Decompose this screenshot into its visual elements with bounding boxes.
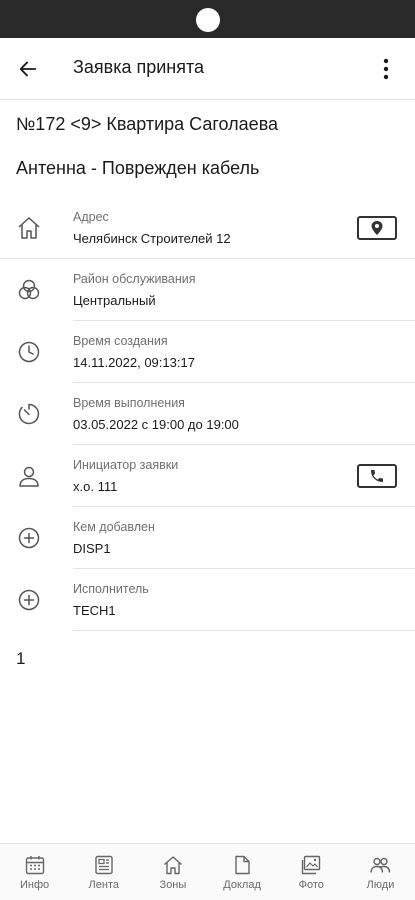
nav-item-photo[interactable]: Фото bbox=[277, 844, 346, 900]
nav-item-people[interactable]: Люди bbox=[346, 844, 415, 900]
home-icon bbox=[18, 217, 40, 239]
detail-row-executor: Исполнитель TECH1 bbox=[0, 569, 415, 631]
map-button[interactable] bbox=[357, 216, 397, 240]
camera-cutout bbox=[196, 8, 220, 32]
nav-label: Инфо bbox=[20, 879, 50, 891]
details-list: Адрес Челябинск Строителей 12 Район обсл… bbox=[0, 197, 415, 631]
detail-row-address: Адрес Челябинск Строителей 12 bbox=[0, 197, 415, 259]
feed-icon bbox=[95, 855, 113, 875]
calendar-icon bbox=[25, 856, 44, 875]
map-pin-icon bbox=[371, 221, 383, 235]
nav-label: Фото bbox=[298, 879, 324, 891]
detail-label: Время создания bbox=[73, 334, 168, 348]
nav-label: Лента bbox=[88, 879, 119, 891]
nav-label: Люди bbox=[366, 879, 395, 891]
district-icon bbox=[18, 279, 40, 300]
detail-value: 14.11.2022, 09:13:17 bbox=[73, 355, 195, 370]
nav-item-zones[interactable]: Зоны bbox=[138, 844, 207, 900]
detail-label: Инициатор заявки bbox=[73, 458, 179, 472]
person-icon bbox=[19, 466, 39, 487]
add-circle-icon bbox=[18, 527, 40, 549]
nav-item-info[interactable]: Инфо bbox=[0, 844, 69, 900]
bottom-nav: Инфо Лента Зоны Доклад Фото Люди bbox=[0, 843, 415, 900]
detail-label: Адрес bbox=[73, 210, 109, 224]
back-button[interactable] bbox=[14, 55, 42, 83]
detail-label: Исполнитель bbox=[73, 582, 149, 596]
detail-value: х.о. 111 bbox=[73, 479, 118, 494]
nav-item-feed[interactable]: Лента bbox=[69, 844, 138, 900]
add-circle-icon bbox=[18, 589, 40, 611]
detail-value: TECH1 bbox=[73, 603, 116, 618]
call-button[interactable] bbox=[357, 464, 397, 488]
zones-icon bbox=[163, 856, 182, 875]
detail-row-initiator: Инициатор заявки х.о. 111 bbox=[0, 445, 415, 507]
phone-icon bbox=[371, 470, 383, 482]
more-vert-icon bbox=[383, 58, 389, 80]
detail-label: Район обслуживания bbox=[73, 272, 196, 286]
detail-label: Время выполнения bbox=[73, 396, 185, 410]
clock-icon bbox=[18, 341, 40, 363]
request-subtitle: Антенна - Поврежден кабель bbox=[16, 158, 260, 178]
detail-value: Центральный bbox=[73, 293, 156, 308]
page-title: Заявка принята bbox=[73, 57, 205, 77]
detail-row-district: Район обслуживания Центральный bbox=[0, 259, 415, 321]
nav-label: Зоны bbox=[159, 879, 187, 891]
detail-value: DISP1 bbox=[73, 541, 111, 556]
people-icon bbox=[370, 857, 391, 873]
nav-item-report[interactable]: Доклад bbox=[208, 844, 277, 900]
detail-row-completion: Время выполнения 03.05.2022 с 19:00 до 1… bbox=[0, 383, 415, 445]
detail-label: Кем добавлен bbox=[73, 520, 155, 534]
detail-value: Челябинск Строителей 12 bbox=[73, 231, 231, 246]
document-icon bbox=[235, 855, 250, 875]
extra-text: 1 bbox=[16, 649, 26, 668]
detail-row-added-by: Кем добавлен DISP1 bbox=[0, 507, 415, 569]
arrow-left-icon bbox=[19, 61, 37, 77]
app-bar: Заявка принята bbox=[0, 38, 415, 100]
timer-icon bbox=[18, 403, 40, 425]
status-bar bbox=[0, 0, 415, 38]
detail-value: 03.05.2022 с 19:00 до 19:00 bbox=[73, 417, 239, 432]
more-menu-button[interactable] bbox=[374, 55, 398, 83]
nav-label: Доклад bbox=[223, 879, 261, 891]
request-title: №172 <9> Квартира Саголаева bbox=[16, 114, 279, 134]
detail-row-created: Время создания 14.11.2022, 09:13:17 bbox=[0, 321, 415, 383]
photo-icon bbox=[302, 855, 321, 875]
